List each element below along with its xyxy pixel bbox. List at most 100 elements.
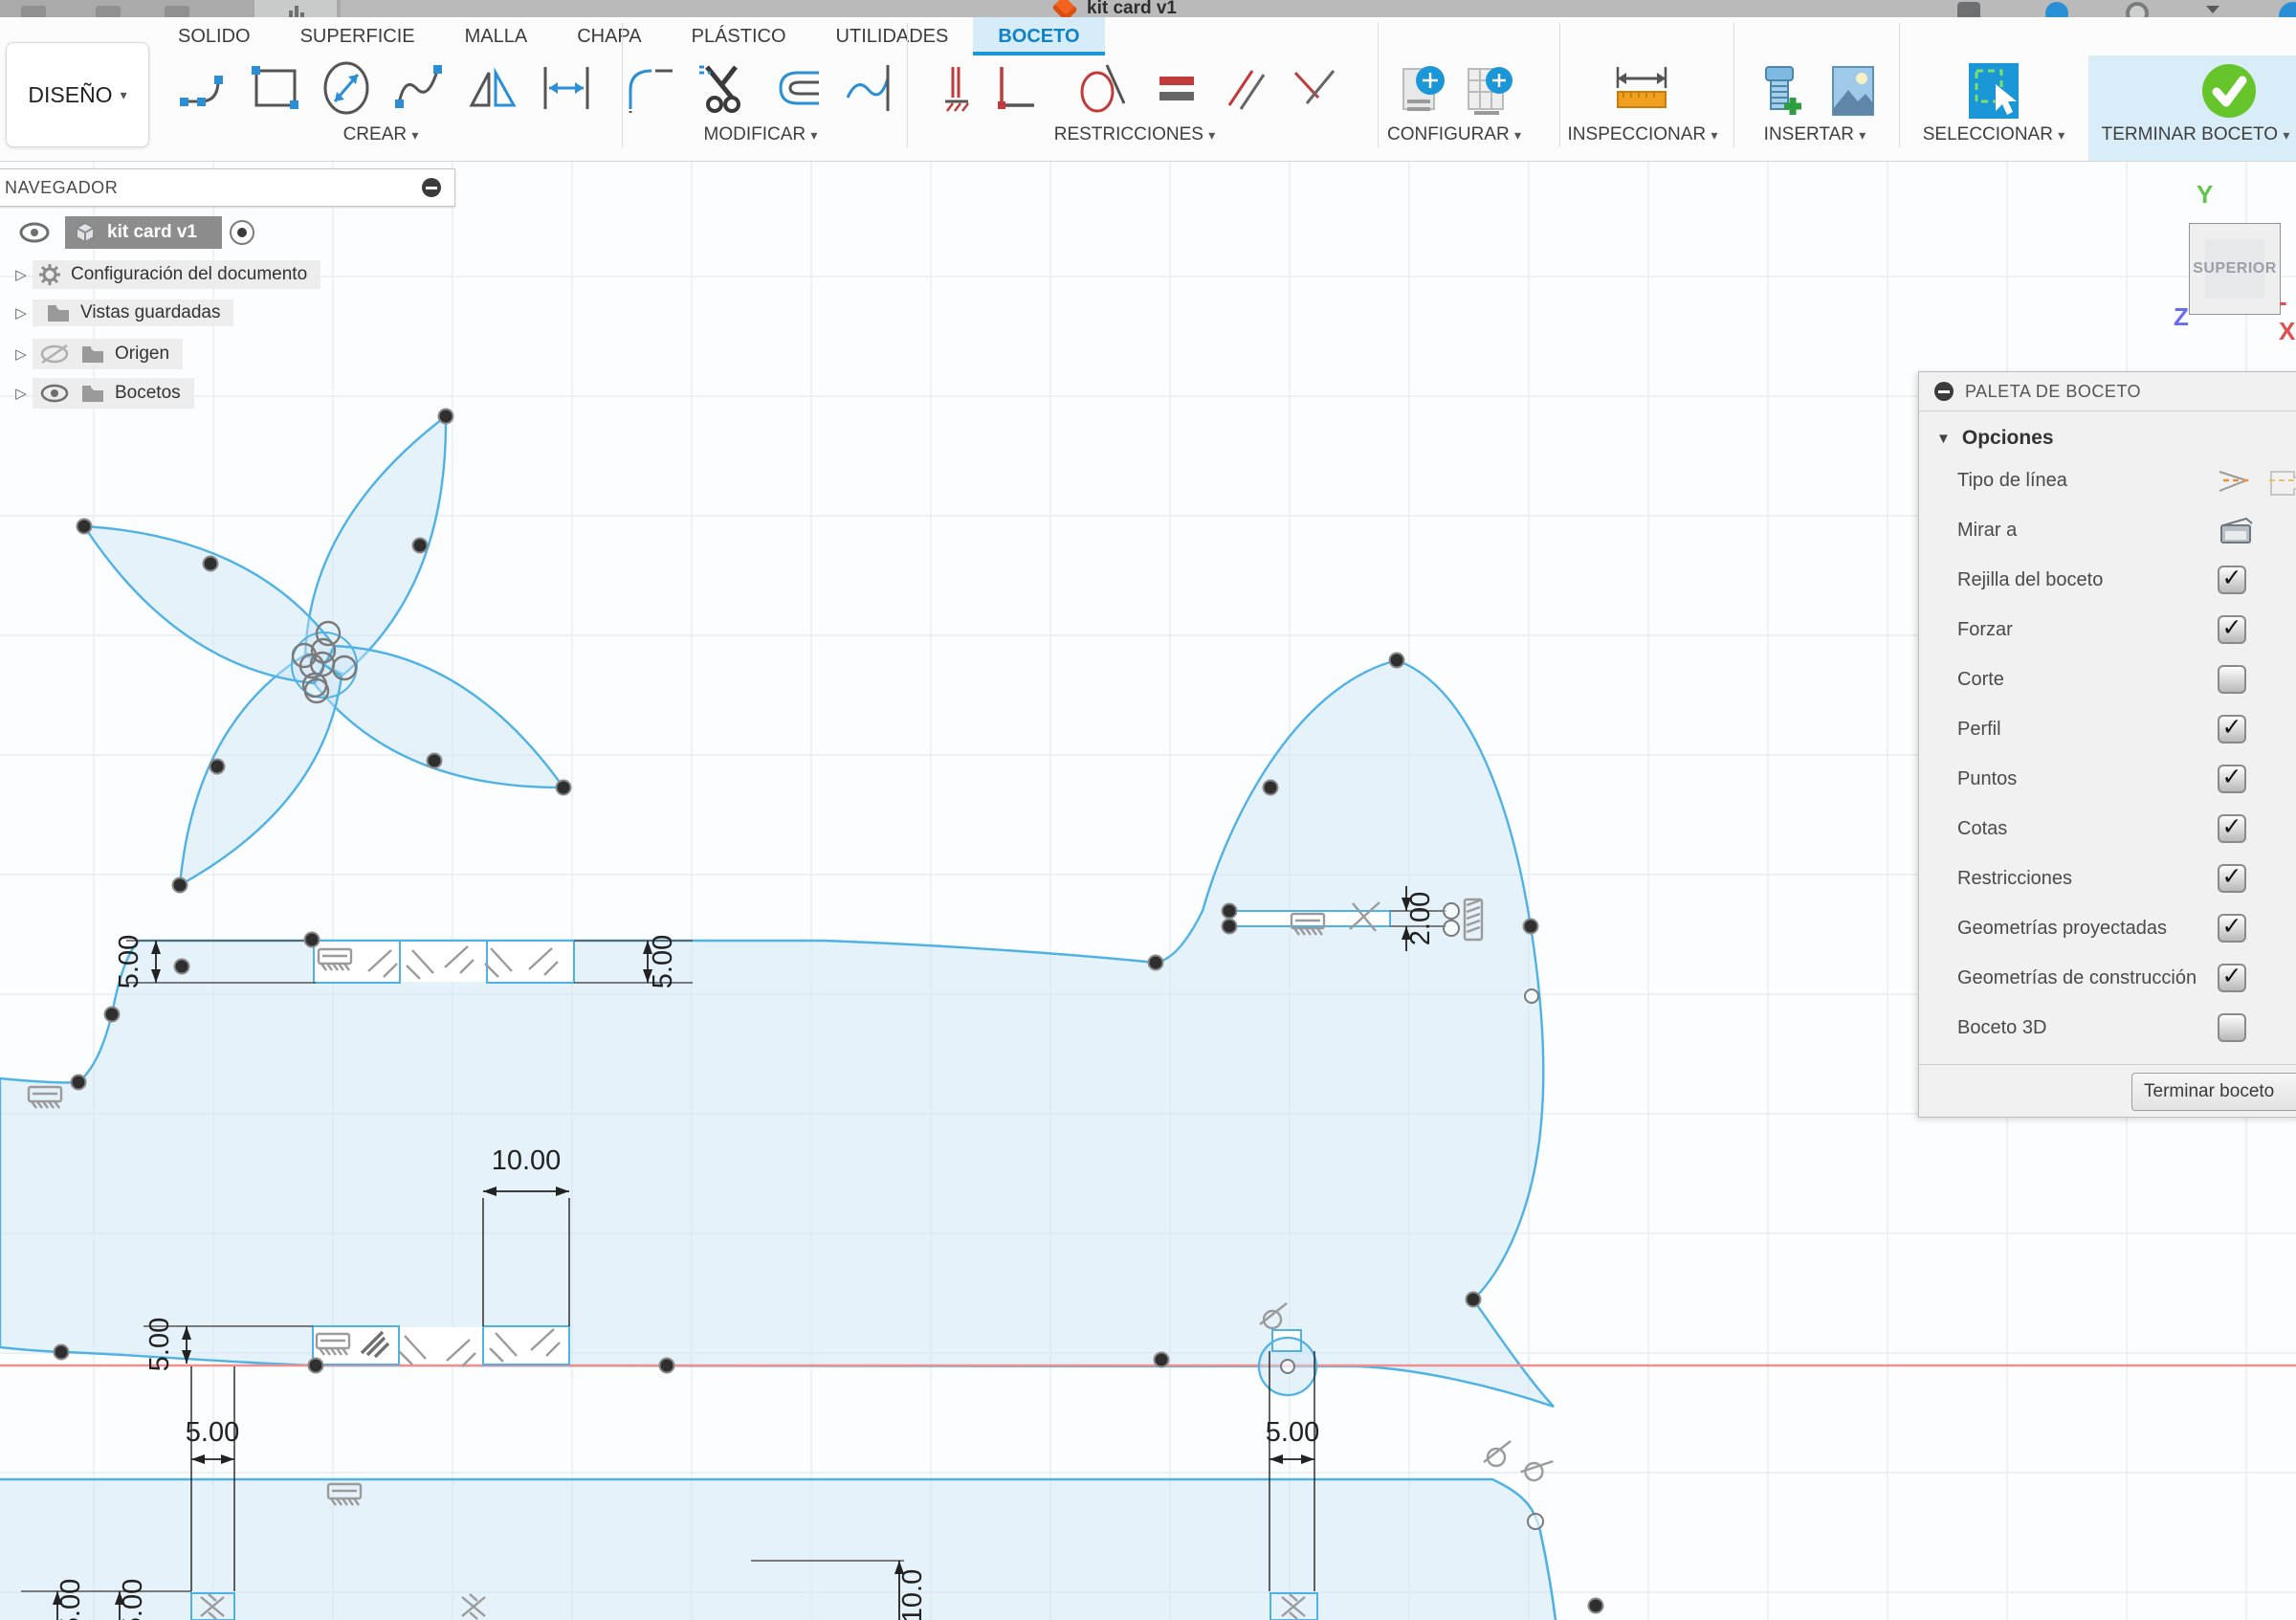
- circle-tool-icon[interactable]: [318, 59, 375, 117]
- checkbox[interactable]: ✓: [2218, 615, 2246, 644]
- sketch-point[interactable]: [171, 877, 188, 894]
- eye-icon[interactable]: [17, 220, 52, 245]
- measure-icon[interactable]: [1610, 59, 1673, 119]
- sketch-point[interactable]: [437, 408, 454, 425]
- collinear-constraint-icon[interactable]: [1286, 59, 1343, 117]
- job-status-icon[interactable]: [1957, 2, 1980, 17]
- checkbox[interactable]: ✓: [2218, 566, 2246, 594]
- activate-component-radio[interactable]: [230, 220, 254, 245]
- expander-icon[interactable]: ▷: [10, 304, 33, 322]
- offset-tool-icon[interactable]: [769, 59, 827, 117]
- dimension-label[interactable]: 5.00: [1266, 1417, 1319, 1448]
- sketch-point[interactable]: [1262, 779, 1279, 796]
- design-workspace-dropdown[interactable]: DISEÑO ▾: [6, 42, 149, 147]
- group-label-crear[interactable]: CREAR ▾: [343, 124, 419, 145]
- sketch-point[interactable]: [76, 518, 93, 535]
- fixed-constraint-icon[interactable]: [934, 59, 987, 117]
- checkbox[interactable]: ✓: [2218, 765, 2246, 793]
- sketch-point[interactable]: [1388, 652, 1405, 669]
- sketch-point[interactable]: [53, 1343, 70, 1361]
- quick-access-toolbar[interactable]: [0, 0, 341, 17]
- construction-type-icon[interactable]: [2267, 464, 2296, 497]
- eye-off-icon[interactable]: [38, 342, 71, 366]
- file-menu-icon[interactable]: [21, 6, 46, 17]
- propeller-blade[interactable]: [81, 524, 337, 685]
- group-label-inspeccionar[interactable]: INSPECCIONAR ▾: [1568, 124, 1718, 145]
- palette-header[interactable]: PALETA DE BOCETO: [1919, 372, 2296, 411]
- collapse-panel-icon[interactable]: [1934, 382, 1954, 401]
- dimension-label[interactable]: 5.00: [55, 1579, 86, 1620]
- sketch-point[interactable]: [1147, 954, 1164, 971]
- checkbox[interactable]: ✓: [2218, 715, 2246, 743]
- dimension-label[interactable]: 5.00: [114, 935, 144, 988]
- sketch-point[interactable]: [1153, 1351, 1170, 1368]
- sketch-point[interactable]: [70, 1074, 87, 1091]
- data-panel-toggle[interactable]: [254, 0, 337, 17]
- sketch-point[interactable]: [1465, 1291, 1482, 1308]
- trim-tool-icon[interactable]: [694, 59, 751, 117]
- tab-superficie[interactable]: SUPERFICIE: [276, 17, 440, 55]
- sketch-point[interactable]: [303, 931, 320, 948]
- collapse-panel-icon[interactable]: [422, 178, 441, 197]
- sketch-point[interactable]: [307, 1357, 324, 1374]
- group-label-insertar[interactable]: INSERTAR ▾: [1764, 124, 1866, 145]
- save-icon[interactable]: [96, 6, 121, 17]
- checkbox[interactable]: [2218, 665, 2246, 694]
- mirror-tool-icon[interactable]: [464, 59, 521, 117]
- fillet-tool-icon[interactable]: [623, 59, 680, 117]
- centerline-type-icon[interactable]: [2218, 464, 2254, 497]
- chevron-down-icon[interactable]: [2206, 6, 2219, 13]
- tab-boceto[interactable]: BOCETO: [973, 17, 1105, 55]
- sketch-point-hollow[interactable]: [1280, 1359, 1295, 1374]
- sketch-point-hollow[interactable]: [1443, 920, 1460, 937]
- sketch-point-hollow[interactable]: [1524, 988, 1539, 1004]
- insert-image-icon[interactable]: [1825, 59, 1883, 121]
- select-tool-icon[interactable]: [1963, 59, 2024, 122]
- extensions-icon[interactable]: [2045, 2, 2068, 17]
- tab-solido[interactable]: SOLIDO: [153, 17, 276, 55]
- group-label-modificar[interactable]: MODIFICAR ▾: [704, 124, 818, 145]
- finish-sketch-check-icon[interactable]: [2197, 59, 2261, 122]
- edit-curve-icon[interactable]: [840, 59, 897, 117]
- checkbox[interactable]: ✓: [2218, 914, 2246, 943]
- tangent-constraint-icon[interactable]: [1072, 59, 1130, 117]
- tree-item-origin[interactable]: ▷ Origen: [10, 339, 184, 369]
- equal-constraint-icon[interactable]: [1148, 59, 1205, 117]
- sketch-point[interactable]: [103, 1006, 121, 1023]
- tree-item-sketches[interactable]: ▷ Bocetos: [10, 378, 194, 409]
- undo-icon[interactable]: [165, 6, 189, 17]
- sketch-point-hollow[interactable]: [1527, 1513, 1544, 1530]
- viewcube-face-top[interactable]: SUPERIOR: [2190, 224, 2280, 314]
- checkbox[interactable]: ✓: [2218, 864, 2246, 893]
- parameters-table-icon[interactable]: [1459, 59, 1518, 122]
- sketch-point[interactable]: [1522, 918, 1539, 935]
- dimension-label[interactable]: 10.00: [492, 1145, 562, 1176]
- sketch-point[interactable]: [426, 752, 443, 769]
- checkbox[interactable]: ✓: [2218, 814, 2246, 843]
- sketch-point-hollow[interactable]: [1443, 902, 1460, 920]
- tangent-constraint-icon[interactable]: [1519, 1453, 1554, 1485]
- navigator-header[interactable]: NAVEGADOR: [0, 168, 455, 207]
- sketch-point[interactable]: [202, 555, 219, 572]
- dimension-label[interactable]: 5.00: [118, 1579, 148, 1620]
- group-label-terminar-boceto[interactable]: TERMINAR BOCETO ▾: [2102, 124, 2290, 145]
- look-at-icon[interactable]: [2218, 514, 2256, 546]
- expander-icon[interactable]: ▷: [10, 266, 33, 283]
- expander-icon[interactable]: ▷: [10, 345, 33, 363]
- spline-tool-icon[interactable]: [391, 59, 449, 117]
- insert-fastener-icon[interactable]: [1755, 59, 1814, 122]
- tangent-constraint-icon[interactable]: [1483, 1440, 1512, 1468]
- group-label-seleccionar[interactable]: SELECCIONAR ▾: [1923, 124, 2065, 145]
- checkbox[interactable]: ✓: [2218, 964, 2246, 992]
- sketch-point[interactable]: [1221, 918, 1238, 935]
- sketch-point[interactable]: [1221, 902, 1238, 920]
- sketch-point[interactable]: [173, 958, 190, 975]
- horizontal-vertical-constraint-icon[interactable]: [986, 59, 1040, 117]
- group-label-configurar[interactable]: CONFIGURAR ▾: [1387, 124, 1521, 145]
- sketch-point[interactable]: [658, 1357, 675, 1374]
- propeller-blade[interactable]: [178, 652, 343, 888]
- dimension-label[interactable]: 5.00: [186, 1417, 239, 1448]
- rectangle-tool-icon[interactable]: [247, 59, 304, 117]
- palette-section-options[interactable]: ▼ Opciones: [1936, 427, 2296, 450]
- dimension-label[interactable]: 5.00: [648, 935, 678, 988]
